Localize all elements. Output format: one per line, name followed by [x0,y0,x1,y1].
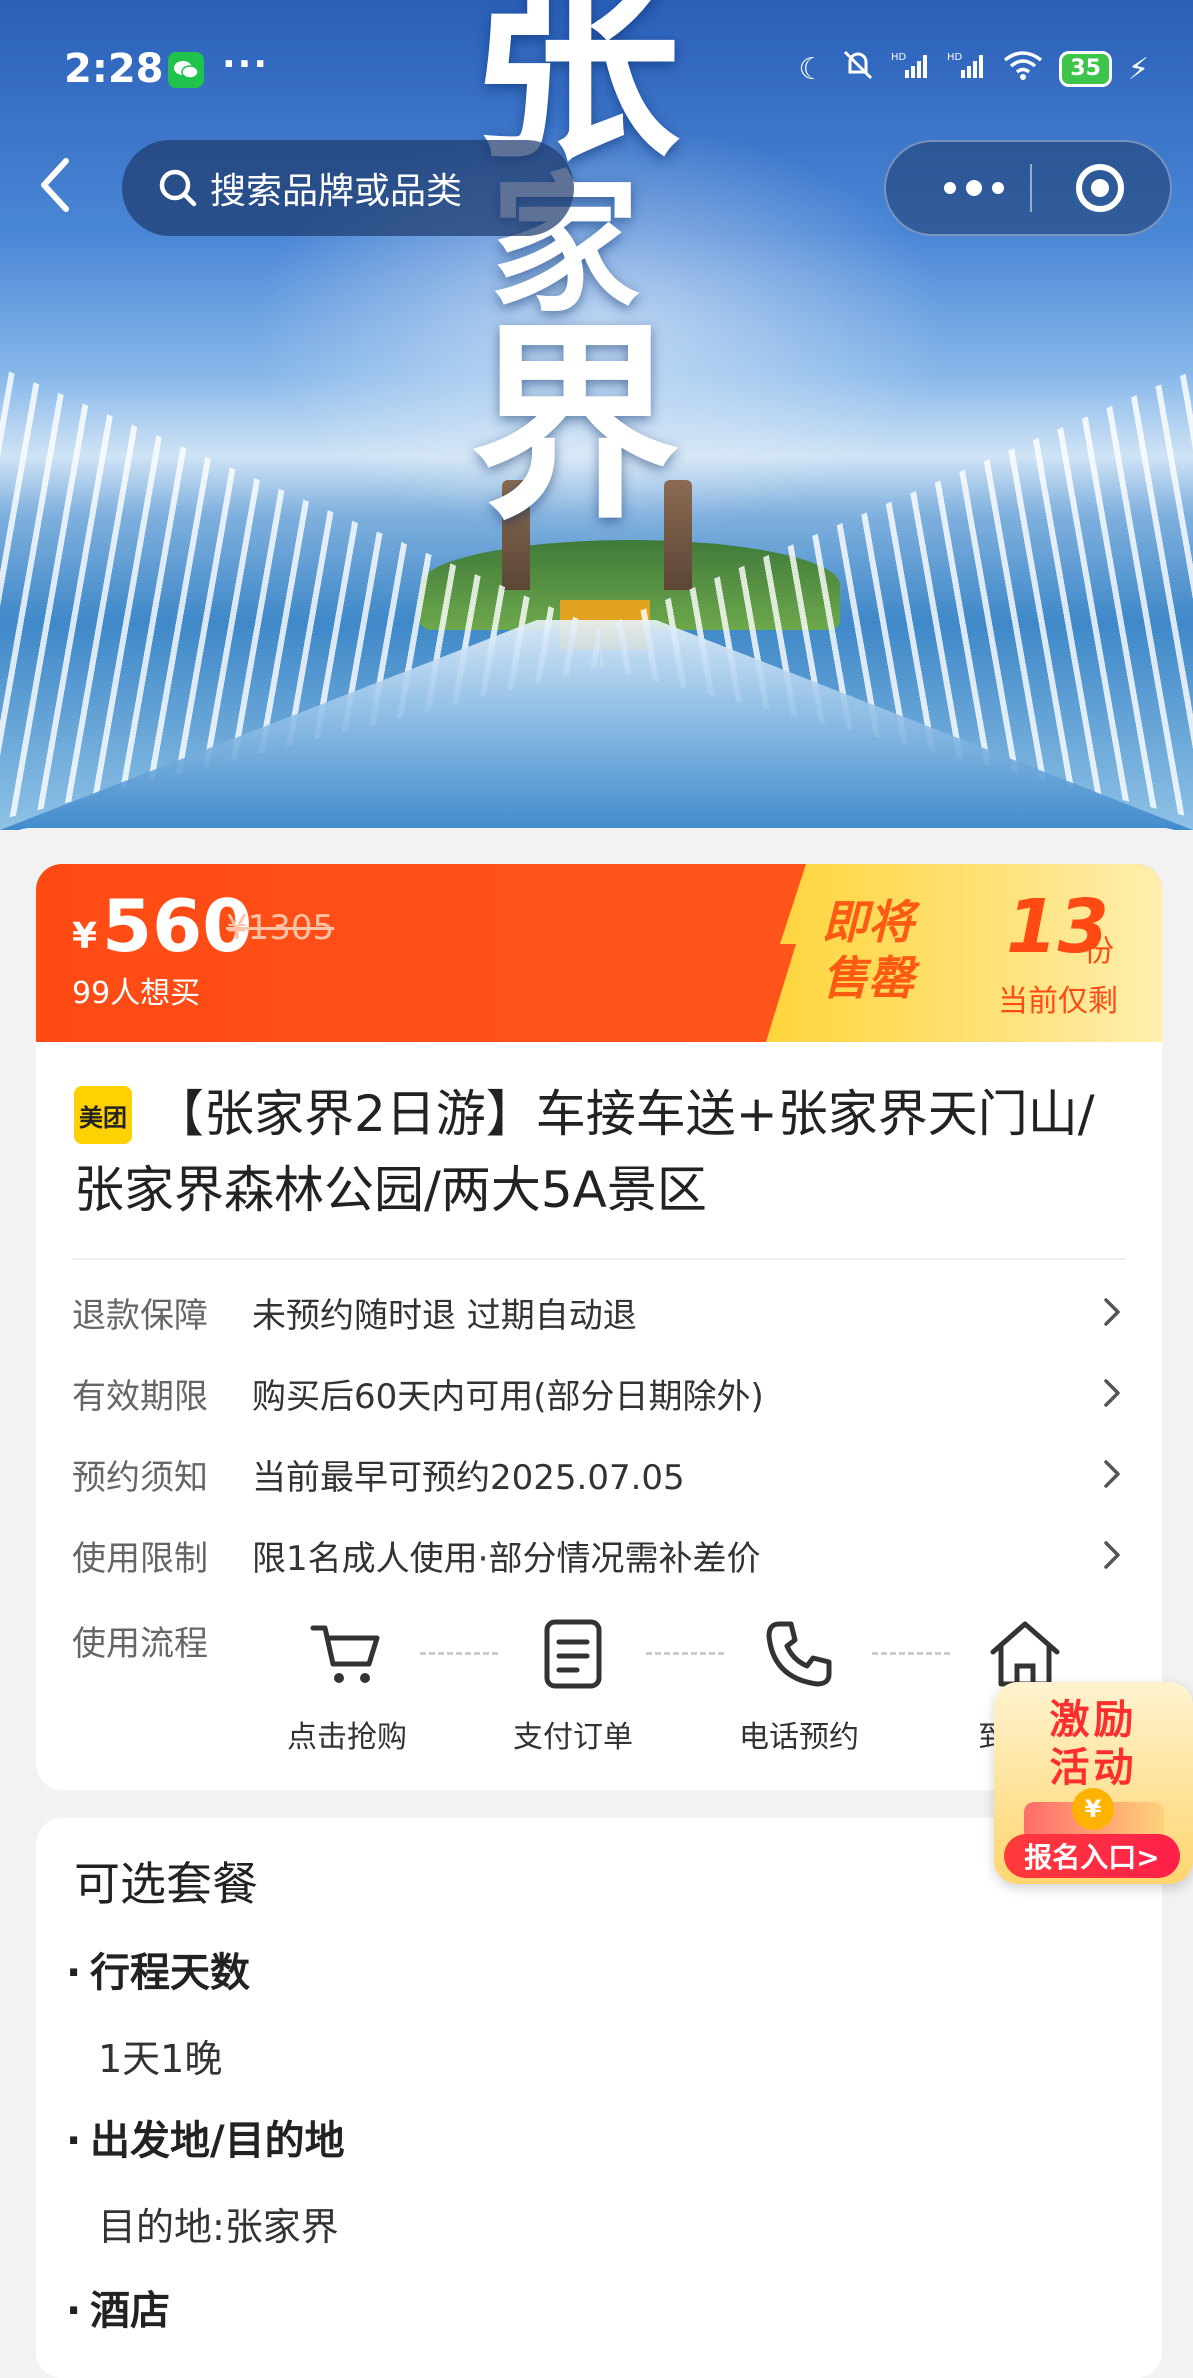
promo-title-text: 激励活动 [1049,1697,1138,1791]
remaining-unit: 份 [1084,934,1114,969]
back-button[interactable] [30,150,80,220]
packages-title: 可选套餐 [74,1857,258,1911]
info-key: 退款保障 [72,1295,208,1336]
meituan-badge: 美团 [74,1086,132,1144]
signal-icon: HD [947,50,987,88]
currency-symbol: ¥ [72,916,98,957]
option-heading-text: 酒店 [90,2288,170,2334]
flow-step: 支付订单 [498,1614,648,1756]
promo-float-button[interactable]: 激励活动 ¥ 报名入口> [994,1682,1193,1884]
info-value: 购买后60天内可用(部分日期除外) [252,1376,764,1417]
flow-connector [646,1652,724,1655]
flow-step-label: 电话预约 [739,1720,859,1755]
flow-step: 电话预约 [724,1614,874,1756]
chevron-left-icon [41,158,69,212]
svg-text:HD: HD [947,52,963,63]
option-heading: · 行程天数 [66,1950,250,1996]
chevron-right-icon [1104,1379,1120,1407]
packages-card: 可选套餐 · 行程天数 1天1晚 · 出发地/目的地 目的地:张家界 · 酒店 [36,1818,1162,2378]
selling-out-line: 即将 [822,895,914,949]
product-title: 【张家界2日游】车接车送+张家界天门山/张家界森林公园/两大5A景区 [74,1085,1095,1219]
hero-calligraphy-char: 界 [470,301,681,548]
option-value[interactable]: 目的地:张家界 [98,2196,339,2251]
more-dots-icon [944,180,1004,196]
option-value[interactable]: 1天1晚 [98,2028,222,2083]
info-key: 预约须知 [72,1457,208,1498]
info-key: 有效期限 [72,1376,208,1417]
info-value: 限1名成人使用·部分情况需补差价 [252,1538,761,1579]
flow-step-label: 支付订单 [513,1720,633,1755]
charging-icon: ⚡ [1127,51,1149,87]
option-heading-text: 行程天数 [90,1950,250,1996]
price-bar: ¥ 560 ¥1305 99人想买 即将 售罄 13 份 当前仅剩 [36,864,1162,1042]
remaining-label: 当前仅剩 [998,984,1118,1019]
chevron-right-icon [1104,1460,1120,1488]
coin-icon: ¥ [1072,1788,1114,1830]
moon-icon: ☾ [798,51,826,87]
info-row-booking[interactable]: 预约须知 当前最早可预约2025.07.05 [72,1444,1126,1504]
selling-out-label: 即将 售罄 [808,894,928,1006]
flow-label: 使用流程 [72,1624,208,1664]
status-icons: ☾ HD HD 35 ⚡ [798,48,1149,90]
option-heading: · 出发地/目的地 [66,2118,345,2164]
product-card: ¥ 560 ¥1305 99人想买 即将 售罄 13 份 当前仅剩 【张家界2日… [36,864,1162,1790]
wifi-icon [1003,50,1043,88]
promo-signup-button[interactable]: 报名入口> [1004,1834,1180,1878]
phone-icon [766,1621,832,1687]
search-icon [159,169,197,207]
chevron-right-icon [1104,1298,1120,1326]
miniprogram-capsule [884,140,1172,236]
info-row-validity[interactable]: 有效期限 购买后60天内可用(部分日期除外) [72,1363,1126,1423]
promo-title: 激励活动 [994,1696,1193,1792]
signal-icon: HD [891,50,931,88]
search-bar[interactable]: 搜索品牌或品类 [122,140,574,236]
wechat-icon [168,52,204,88]
cart-icon [310,1625,380,1683]
flow-connector [872,1652,950,1655]
search-placeholder: 搜索品牌或品类 [210,171,463,212]
notification-more: ··· [222,44,270,85]
status-time: 2:28 [64,46,164,92]
info-value: 未预约随时退 过期自动退 [252,1295,637,1336]
status-bar: 2:28 ··· ☾ HD HD 35 ⚡ [0,0,1193,140]
chevron-right-icon [1104,1541,1120,1569]
flow-step: 点击抢购 [272,1614,422,1756]
capsule-divider [1030,164,1032,212]
info-row-usage-limit[interactable]: 使用限制 限1名成人使用·部分情况需补差价 [72,1525,1126,1585]
option-heading: · 酒店 [66,2288,170,2334]
divider [72,1258,1126,1260]
svg-text:HD: HD [891,52,907,63]
option-heading-text: 出发地/目的地 [90,2118,345,2164]
original-price: ¥1305 [226,908,335,948]
document-icon [544,1619,602,1689]
info-key: 使用限制 [72,1538,208,1579]
mute-icon [841,48,875,90]
close-miniprogram-icon[interactable] [1074,162,1126,214]
selling-out-line: 售罄 [822,951,914,1005]
battery-icon: 35 [1059,51,1112,87]
more-button[interactable] [924,142,1024,234]
flow-step-label: 点击抢购 [287,1720,407,1755]
info-row-refund[interactable]: 退款保障 未预约随时退 过期自动退 [72,1282,1126,1342]
flow-connector [420,1652,498,1655]
want-count: 99人想买 [72,976,201,1011]
info-value: 当前最早可预约2025.07.05 [252,1457,685,1498]
